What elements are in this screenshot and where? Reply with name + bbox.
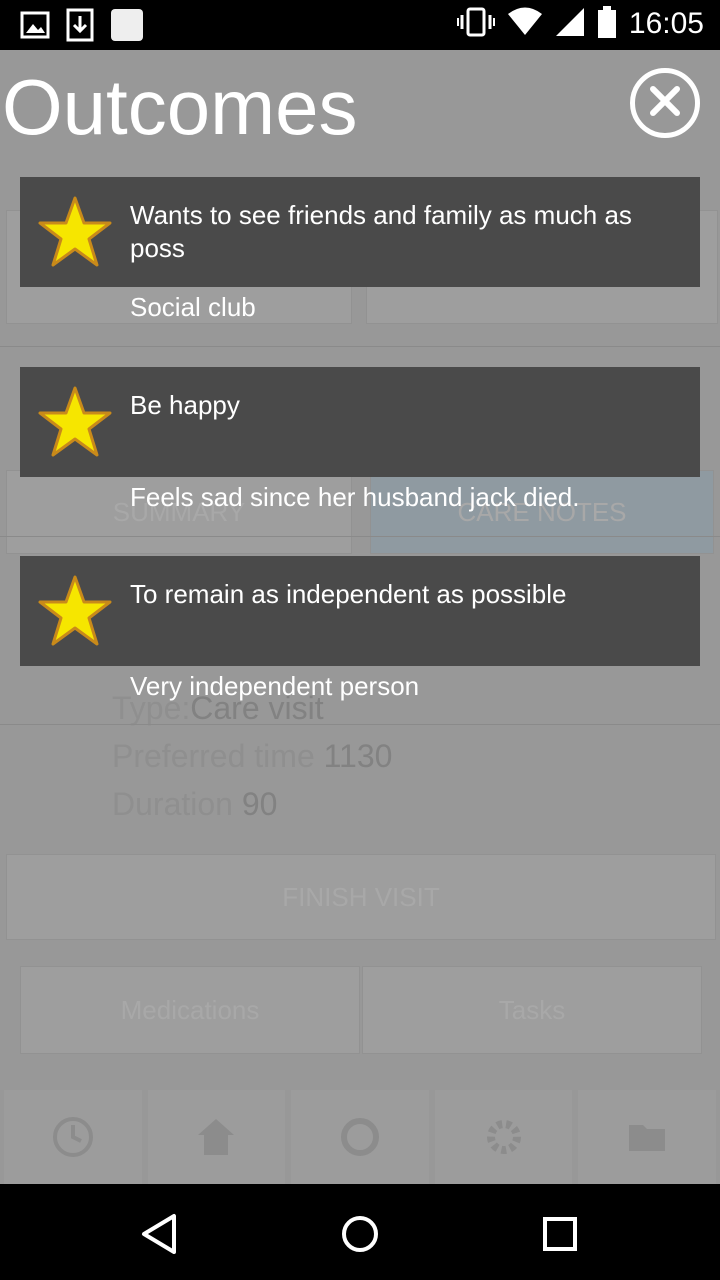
outcome-goal: Be happy xyxy=(130,390,240,420)
outcome-goal: Wants to see friends and family as much … xyxy=(130,200,632,263)
vibrate-icon xyxy=(456,7,495,41)
bg-finish-visit: FINISH VISIT xyxy=(6,854,716,940)
folder-icon xyxy=(578,1090,716,1184)
bg-medications: Medications xyxy=(20,966,360,1054)
status-bar: 16:05 xyxy=(0,0,720,50)
gear-icon xyxy=(434,1090,573,1184)
outcome-goal: To remain as independent as possible xyxy=(130,579,567,609)
clock-icon xyxy=(4,1090,142,1184)
navigation-bar xyxy=(0,1184,720,1280)
download-icon xyxy=(66,8,94,46)
dialog-title: Outcomes xyxy=(2,63,358,151)
app-screen: SUMMARY CARE NOTES Hairdressers Type:Car… xyxy=(0,50,720,1184)
outcome-note: Social club xyxy=(130,292,256,322)
bg-divider xyxy=(0,724,720,725)
bg-preferred-row: Preferred time 1130 xyxy=(112,738,393,774)
close-icon xyxy=(645,81,685,125)
image-icon xyxy=(20,10,50,44)
app-icon xyxy=(110,8,144,46)
battery-icon xyxy=(597,6,617,42)
star-icon xyxy=(38,575,112,646)
outcome-card: Wants to see friends and family as much … xyxy=(20,177,700,287)
wifi-icon xyxy=(507,7,543,41)
bg-bottom-tabs xyxy=(0,1090,720,1184)
star-icon xyxy=(38,386,112,457)
support-icon xyxy=(291,1090,429,1184)
home-icon xyxy=(147,1090,286,1184)
bg-duration-row: Duration 90 xyxy=(112,786,278,822)
close-button[interactable] xyxy=(630,68,700,138)
outcome-note: Very independent person xyxy=(130,671,420,701)
clock: 16:05 xyxy=(628,7,704,40)
recents-icon[interactable] xyxy=(538,1212,582,1256)
outcome-note: Feels sad since her husband jack died. xyxy=(130,482,580,512)
home-icon[interactable] xyxy=(338,1212,382,1256)
bg-divider xyxy=(0,346,720,347)
star-icon xyxy=(38,196,112,267)
outcome-card: Be happy xyxy=(20,367,700,477)
signal-icon xyxy=(555,7,585,41)
outcome-card: To remain as independent as possible xyxy=(20,556,700,666)
bg-tasks: Tasks xyxy=(362,966,702,1054)
bg-divider xyxy=(0,536,720,537)
back-icon[interactable] xyxy=(138,1212,182,1256)
